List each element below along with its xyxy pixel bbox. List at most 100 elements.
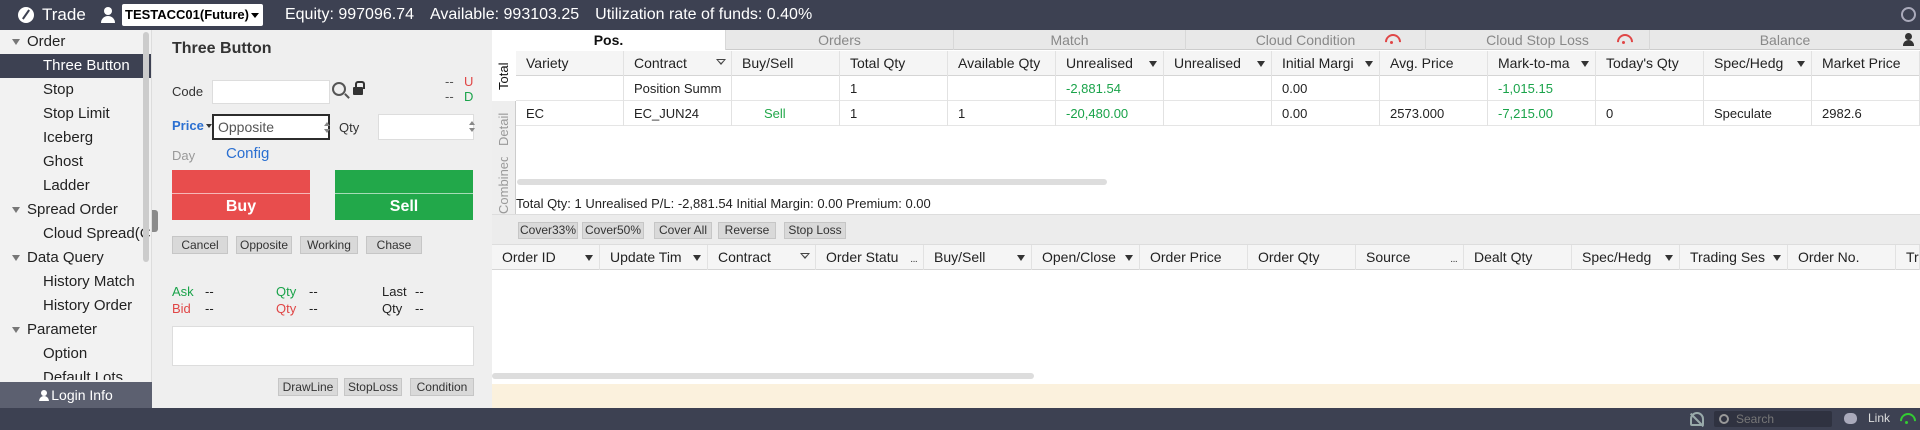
nav-item-default-lots[interactable]: Default Lots — [0, 366, 151, 380]
sell-button[interactable]: Sell — [335, 170, 473, 220]
tab-balance[interactable]: Balance — [1650, 30, 1920, 50]
chase-button[interactable]: Chase — [366, 236, 422, 254]
positions-col-unrealised[interactable]: Unrealised — [1056, 51, 1164, 76]
positions-col-spec-hedg[interactable]: Spec/Hedg — [1704, 51, 1812, 76]
search-input[interactable]: Search — [1714, 411, 1832, 427]
tab-match[interactable]: Match — [954, 30, 1186, 50]
qty-input[interactable] — [378, 114, 475, 140]
sort-down-icon[interactable] — [1017, 255, 1025, 261]
chat-icon[interactable] — [1844, 413, 1857, 424]
nav-item-iceberg[interactable]: Iceberg — [0, 126, 151, 150]
positions-col-total-qty[interactable]: Total Qty — [840, 51, 948, 76]
lock-icon[interactable] — [353, 81, 365, 95]
positions-col-today-s-qty[interactable]: Today's Qty — [1596, 51, 1704, 76]
sort-down-icon[interactable] — [1797, 61, 1805, 67]
orders-col-dealt-qty[interactable]: Dealt Qty — [1464, 245, 1572, 270]
vtab-detail[interactable]: Detail — [492, 103, 516, 155]
search-icon[interactable] — [332, 82, 346, 96]
cover50-button[interactable]: Cover50% — [582, 222, 644, 239]
sort-down-icon[interactable] — [1581, 61, 1589, 67]
nav-group-data-query[interactable]: Data Query — [0, 246, 151, 270]
nav-item-cloud-spread-c[interactable]: Cloud Spread(C — [0, 222, 151, 246]
nav-scrollbar[interactable] — [143, 32, 149, 262]
orders-col-buy-sell[interactable]: Buy/Sell — [924, 245, 1032, 270]
positions-col-contract[interactable]: Contract — [624, 51, 732, 76]
notifications-off-icon[interactable] — [1690, 412, 1704, 426]
sort-down-icon[interactable] — [1773, 255, 1781, 261]
opposite-button[interactable]: Opposite — [236, 236, 292, 254]
price-type-dropdown[interactable]: Price — [172, 118, 212, 133]
drawline-button[interactable]: DrawLine — [278, 378, 338, 396]
reverse-button[interactable]: Reverse — [718, 222, 776, 239]
nav-item-stop-limit[interactable]: Stop Limit — [0, 102, 151, 126]
sort-down-icon[interactable] — [693, 255, 701, 261]
more-icon[interactable]: ··· — [1450, 249, 1458, 270]
table-row[interactable]: EC EC_JUN24 Sell 1 1 -20,480.00 0.00 2573.000 -7… — [516, 101, 1920, 126]
positions-col-mark-to-ma[interactable]: Mark-to-ma — [1488, 51, 1596, 76]
cover33-button[interactable]: Cover33% — [518, 222, 578, 239]
orders-hscrollbar[interactable] — [492, 373, 1034, 379]
positions-col-buy-sell[interactable]: Buy/Sell — [732, 51, 840, 76]
nav-item-option[interactable]: Option — [0, 342, 151, 366]
price-input[interactable]: Opposite — [212, 114, 330, 140]
nav-item-ghost[interactable]: Ghost — [0, 150, 151, 174]
orders-col-source[interactable]: Source ··· — [1356, 245, 1464, 270]
positions-col-unrealised[interactable]: Unrealised — [1164, 51, 1272, 76]
cancel-button[interactable]: Cancel — [172, 236, 228, 254]
positions-col-initial-margi[interactable]: Initial Margi — [1272, 51, 1380, 76]
orders-col-order-no[interactable]: Order No. — [1788, 245, 1896, 270]
positions-col-avg-price[interactable]: Avg. Price — [1380, 51, 1488, 76]
nav-group-parameter[interactable]: Parameter — [0, 318, 151, 342]
nav-item-three-button[interactable]: Three Button — [0, 54, 151, 78]
sort-down-icon[interactable] — [1665, 255, 1673, 261]
sort-down-icon[interactable] — [1125, 255, 1133, 261]
filter-icon[interactable] — [716, 59, 726, 67]
filter-icon[interactable] — [800, 253, 810, 261]
nav-group-spread-order[interactable]: Spread Order — [0, 198, 151, 222]
sort-down-icon[interactable] — [1365, 61, 1373, 67]
orders-col-order-id[interactable]: Order ID — [492, 245, 600, 270]
orders-col-order-statu[interactable]: Order Statu ··· — [816, 245, 924, 270]
account-select[interactable]: TESTACC01(Future) — [122, 4, 263, 26]
positions-col-variety[interactable]: Variety — [516, 51, 624, 76]
code-input[interactable] — [212, 80, 330, 104]
sort-down-icon[interactable] — [1257, 61, 1265, 67]
nav-item-history-order[interactable]: History Order — [0, 294, 151, 318]
working-button[interactable]: Working — [300, 236, 358, 254]
more-icon[interactable]: ··· — [910, 249, 918, 270]
tab-cloud-condition[interactable]: Cloud Condition — [1186, 30, 1426, 50]
cover-all-button[interactable]: Cover All — [654, 222, 712, 239]
vtab-total[interactable]: Total — [492, 51, 516, 101]
login-info-button[interactable]: Login Info — [0, 382, 152, 408]
config-link[interactable]: Config — [226, 145, 269, 162]
collapse-handle[interactable] — [152, 210, 158, 232]
orders-col-contract[interactable]: Contract — [708, 245, 816, 270]
orders-col-order-qty[interactable]: Order Qty — [1248, 245, 1356, 270]
tab-positions[interactable]: Pos. — [492, 30, 726, 50]
nav-item-history-match[interactable]: History Match — [0, 270, 151, 294]
orders-col-update-tim[interactable]: Update Tim — [600, 245, 708, 270]
settings-icon[interactable] — [1901, 7, 1916, 22]
positions-col-market-price[interactable]: Market Price — [1812, 51, 1920, 76]
buy-button[interactable]: Buy — [172, 170, 310, 220]
nav-item-ladder[interactable]: Ladder — [0, 174, 151, 198]
tab-orders[interactable]: Orders — [726, 30, 954, 50]
nav-group-order[interactable]: Order — [0, 30, 151, 54]
orders-col-open-close[interactable]: Open/Close — [1032, 245, 1140, 270]
condition-button[interactable]: Condition — [410, 378, 474, 396]
table-row[interactable]: Position Summ 1 -2,881.54 0.00 -1,015.15 — [516, 76, 1920, 101]
orders-col-trading-ses[interactable]: Trading Ses — [1680, 245, 1788, 270]
vtab-combined-detail[interactable]: Combined Detail — [492, 157, 516, 214]
sort-down-icon[interactable] — [585, 255, 593, 261]
orders-col-order-price[interactable]: Order Price — [1140, 245, 1248, 270]
tab-cloud-stop-loss[interactable]: Cloud Stop Loss — [1426, 30, 1650, 50]
positions-col-available-qty[interactable]: Available Qty — [948, 51, 1056, 76]
orders-col-spec-hedg[interactable]: Spec/Hedg — [1572, 245, 1680, 270]
sort-down-icon[interactable] — [1149, 61, 1157, 67]
positions-hscrollbar[interactable] — [517, 179, 1107, 185]
stoploss-button[interactable]: StopLoss — [344, 378, 402, 396]
accounts-icon[interactable] — [1902, 32, 1918, 48]
stop-loss-button[interactable]: Stop Loss — [784, 222, 846, 239]
orders-col-trad[interactable]: Trad — [1896, 245, 1920, 270]
nav-item-stop[interactable]: Stop — [0, 78, 151, 102]
